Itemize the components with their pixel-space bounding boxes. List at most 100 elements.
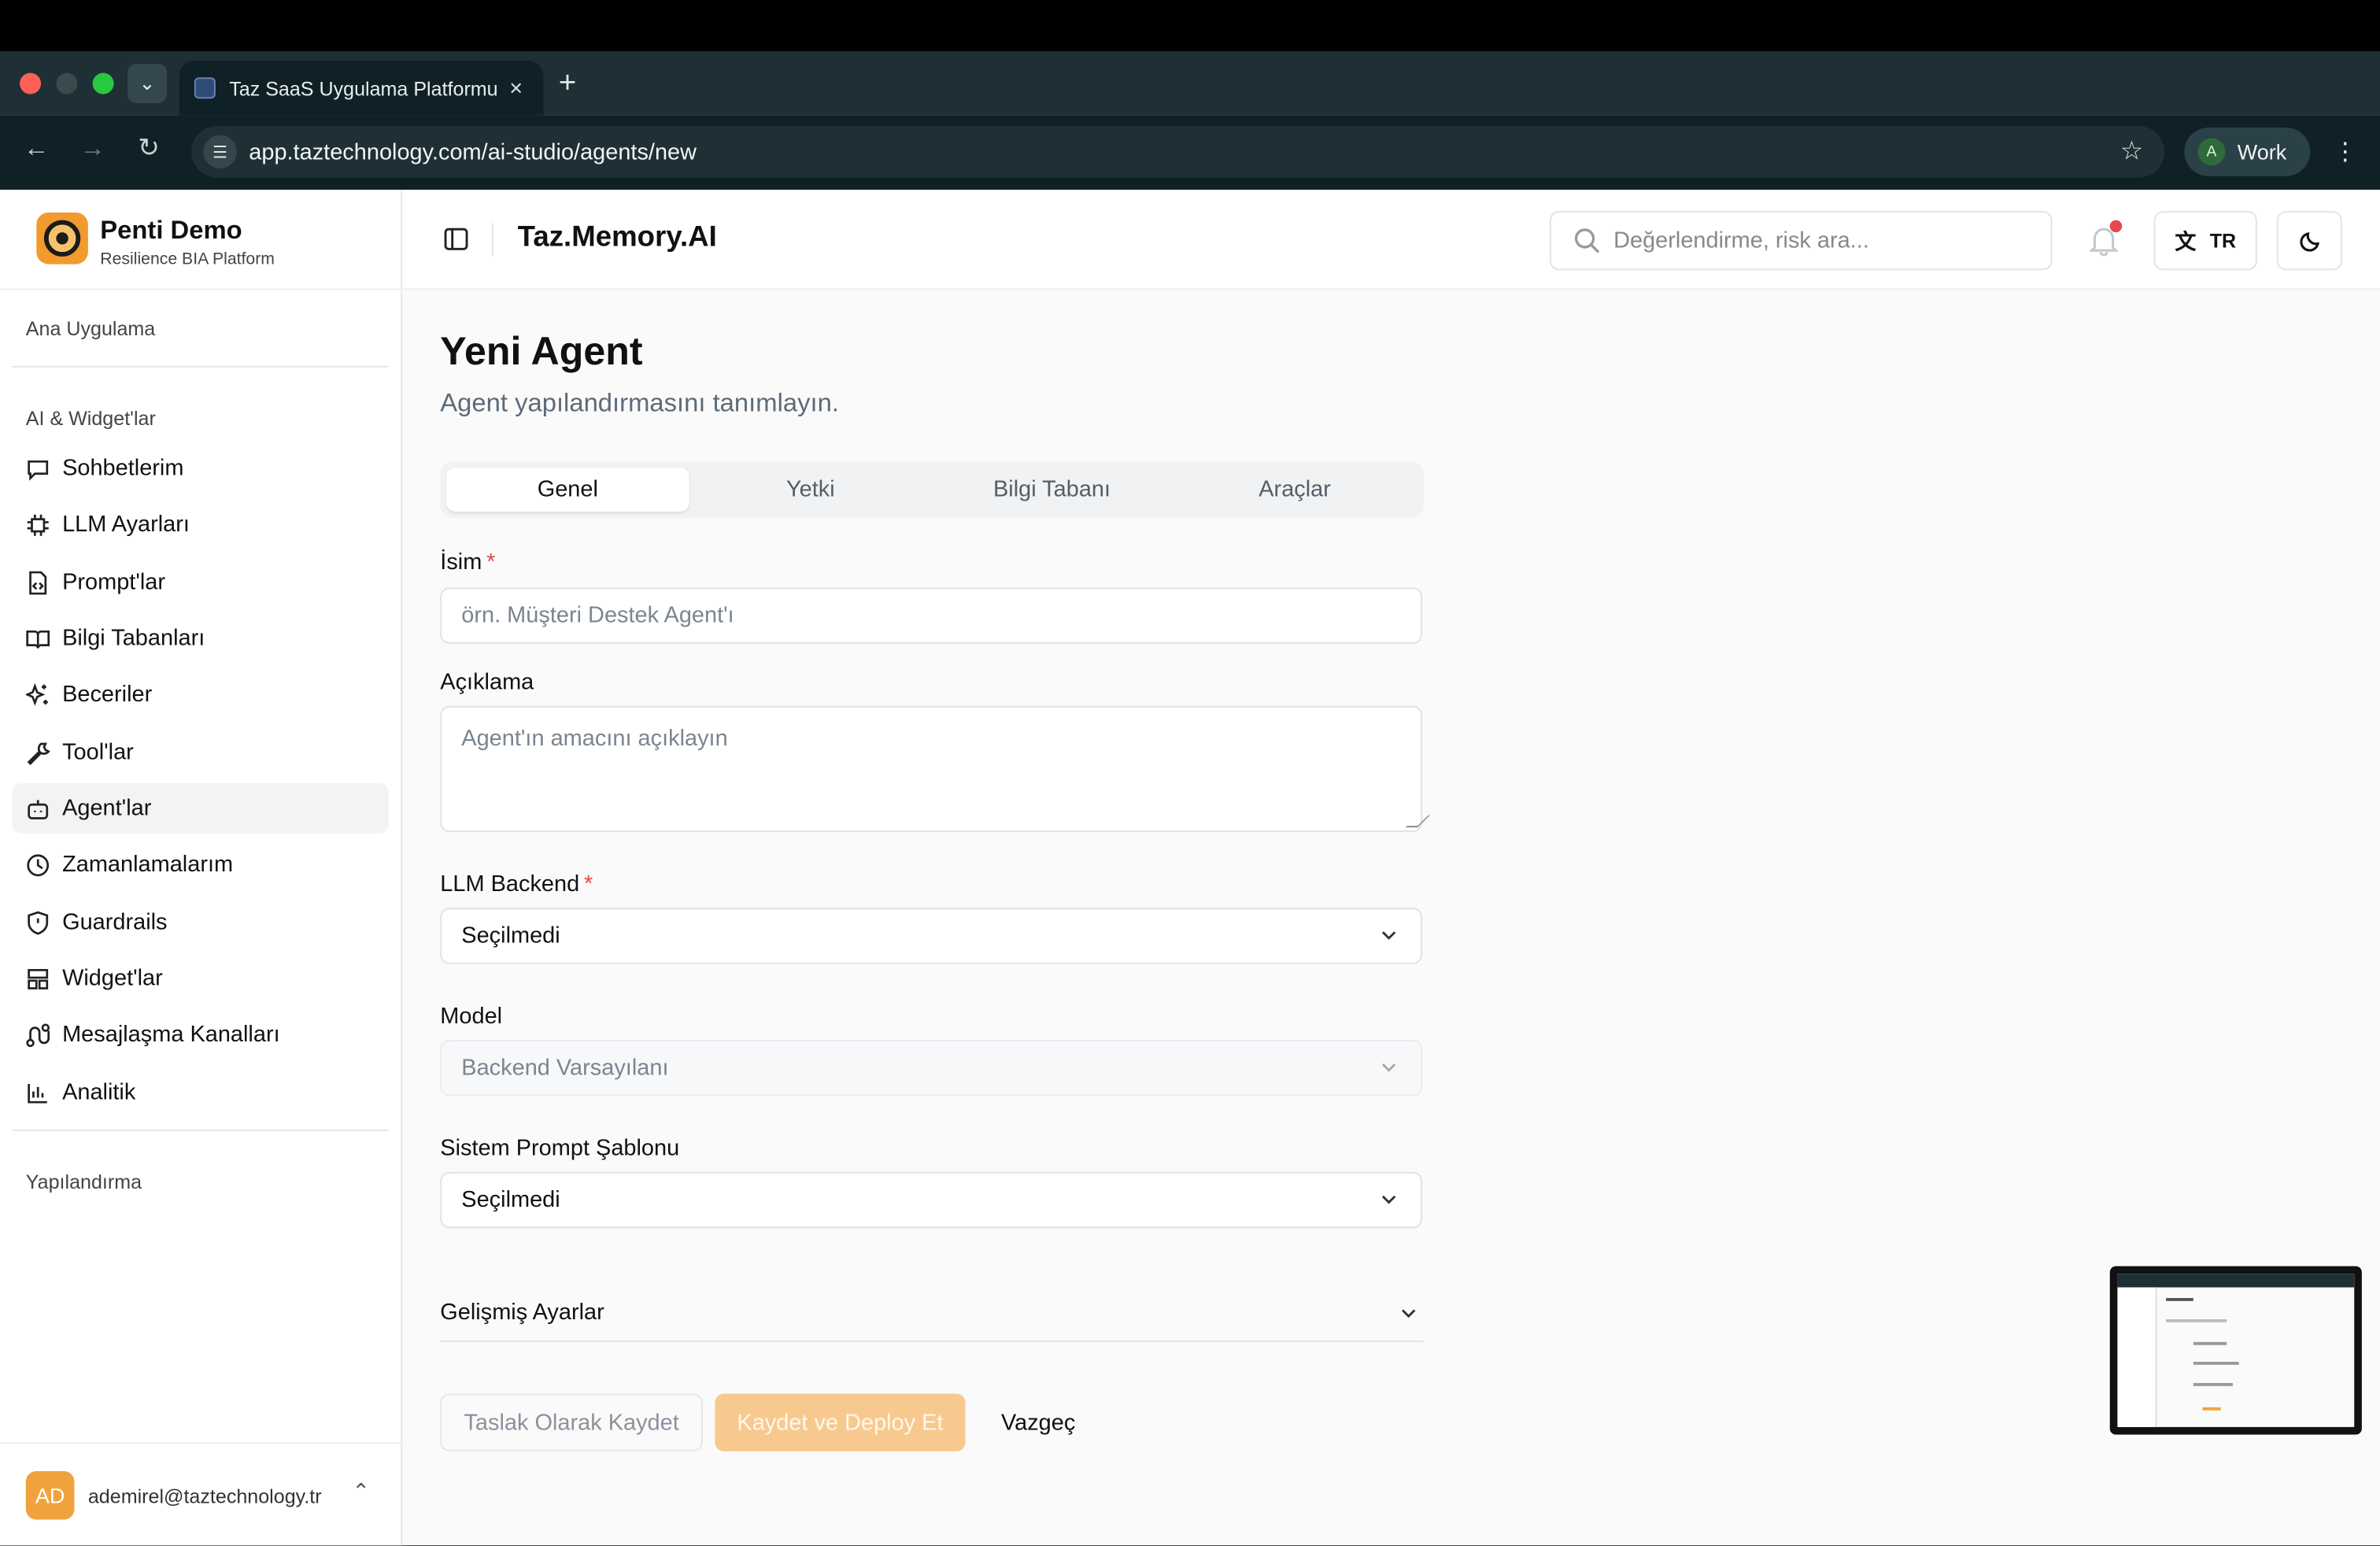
sidebar-group-config[interactable]: Yapılandırma xyxy=(26,1171,142,1193)
book-icon xyxy=(26,627,50,651)
advanced-settings-label: Gelişmiş Ayarlar xyxy=(440,1299,604,1326)
sidebar-item-beceriler[interactable]: Beceriler xyxy=(12,670,388,720)
sidebar-item-label: Beceriler xyxy=(62,681,153,708)
brand-subtitle: Resilience BIA Platform xyxy=(100,250,275,269)
sidebar-footer-divider xyxy=(0,1442,403,1444)
model-value: Backend Varsayılanı xyxy=(461,1055,669,1082)
sidebar-item-widgetlar[interactable]: Widget'lar xyxy=(12,953,388,1004)
app-root: ⌄ Taz SaaS Uygulama Platformu × + ← → ↻ … xyxy=(0,0,2380,1546)
brand-logo xyxy=(36,213,88,264)
site-settings-icon[interactable]: ☰ xyxy=(203,135,237,169)
bar-chart-icon xyxy=(26,1080,50,1104)
tab-araclar[interactable]: Araçlar xyxy=(1173,468,1417,512)
resize-handle-icon[interactable] xyxy=(1405,815,1430,828)
sidebar-item-promptlar[interactable]: Prompt'lar xyxy=(12,557,388,608)
translate-icon: 文 xyxy=(2175,228,2197,253)
sidebar-item-label: Widget'lar xyxy=(62,965,163,992)
tab-search-button[interactable]: ⌄ xyxy=(128,64,168,104)
sidebar-item-agentlar[interactable]: Agent'lar xyxy=(12,783,389,834)
bot-icon xyxy=(26,797,50,821)
description-placeholder: Agent'ın amacını açıklayın xyxy=(461,725,728,752)
description-field[interactable]: Agent'ın amacını açıklayın xyxy=(440,705,1430,832)
screenshot-thumbnail[interactable] xyxy=(2109,1266,2362,1435)
file-code-icon xyxy=(26,570,50,594)
system-prompt-value: Seçilmedi xyxy=(461,1187,560,1213)
sidebar-item-label: Sohbetlerim xyxy=(62,455,184,482)
header-separator xyxy=(491,223,493,257)
search-input[interactable]: Değerlendirme, risk ara... xyxy=(1550,211,2053,271)
close-tab-icon[interactable]: × xyxy=(504,75,528,101)
sidebar-item-label: Analitik xyxy=(62,1079,136,1106)
browser-tab-title: Taz SaaS Uygulama Platformu xyxy=(229,76,498,100)
notification-dot xyxy=(2109,220,2123,233)
chip-icon xyxy=(26,512,50,537)
sidebar-item-zamanlamalarim[interactable]: Zamanlamalarım xyxy=(12,840,388,890)
profile-name: Work xyxy=(2237,139,2287,165)
layout-icon xyxy=(26,967,50,991)
sidebar-toggle-icon[interactable] xyxy=(443,226,469,252)
maximize-window-button[interactable] xyxy=(92,72,114,94)
sidebar-group-main[interactable]: Ana Uygulama xyxy=(26,317,155,340)
sidebar-item-analitik[interactable]: Analitik xyxy=(12,1067,388,1118)
tab-genel[interactable]: Genel xyxy=(446,468,689,512)
brand-name: Penti Demo xyxy=(100,215,242,245)
minimize-window-button[interactable] xyxy=(56,72,78,94)
chevron-down-icon xyxy=(1381,931,1396,940)
description-label: Açıklama xyxy=(440,669,534,696)
bookmark-star-icon[interactable]: ☆ xyxy=(2120,137,2143,168)
save-deploy-button[interactable]: Kaydet ve Deploy Et xyxy=(715,1393,966,1452)
sidebar-item-label: Tool'lar xyxy=(62,739,134,766)
new-tab-button[interactable]: + xyxy=(559,67,577,100)
tab-yetki[interactable]: Yetki xyxy=(689,468,933,512)
page-title: Yeni Agent xyxy=(440,327,643,374)
sidebar-item-label: Prompt'lar xyxy=(62,569,166,596)
back-icon[interactable]: ← xyxy=(18,134,54,165)
sidebar-item-mesajlasma-kanallari[interactable]: Mesajlaşma Kanalları xyxy=(12,1010,388,1060)
required-mark: * xyxy=(583,871,593,897)
page-subtitle: Agent yapılandırmasını tanımlayın. xyxy=(440,388,839,418)
llm-backend-value: Seçilmedi xyxy=(461,923,560,949)
llm-backend-label: LLM Backend * xyxy=(440,871,593,897)
model-select: Backend Varsayılanı xyxy=(440,1040,1423,1097)
name-field[interactable]: örn. Müşteri Destek Agent'ı xyxy=(440,587,1423,644)
sidebar-item-label: Guardrails xyxy=(62,909,168,936)
sidebar-item-llm-ayarlari[interactable]: LLM Ayarları xyxy=(12,500,388,550)
url-text[interactable]: app.taztechnology.com/ai-studio/agents/n… xyxy=(249,139,2119,165)
llm-backend-select[interactable]: Seçilmedi xyxy=(440,908,1423,964)
profile-avatar: A xyxy=(2197,138,2226,166)
address-bar[interactable]: ☰ app.taztechnology.com/ai-studio/agents… xyxy=(191,126,2165,178)
sidebar-item-label: Agent'lar xyxy=(62,795,152,822)
moon-icon xyxy=(2299,231,2319,251)
close-window-button[interactable] xyxy=(20,72,42,94)
sidebar-item-toollar[interactable]: Tool'lar xyxy=(12,727,388,778)
sidebar-item-label: Mesajlaşma Kanalları xyxy=(62,1021,280,1048)
system-prompt-select[interactable]: Seçilmedi xyxy=(440,1171,1423,1229)
search-placeholder: Değerlendirme, risk ara... xyxy=(1613,227,1869,254)
search-icon xyxy=(1574,228,1600,253)
sidebar-group-ai[interactable]: AI & Widget'lar xyxy=(26,407,156,430)
save-draft-button[interactable]: Taslak Olarak Kaydet xyxy=(440,1393,703,1452)
sidebar-item-guardrails[interactable]: Guardrails xyxy=(12,897,388,948)
reload-icon[interactable]: ↻ xyxy=(131,134,167,165)
user-email[interactable]: ademirel@taztechnology.tr xyxy=(88,1485,322,1507)
browser-menu-icon[interactable]: ⋮ xyxy=(2333,137,2357,168)
chevron-up-icon[interactable]: ⌃ xyxy=(352,1478,370,1504)
name-label: İsim * xyxy=(440,549,496,575)
forward-icon[interactable]: → xyxy=(75,134,111,165)
favicon-icon xyxy=(194,77,216,99)
app-title: Taz.Memory.AI xyxy=(517,221,717,254)
chevron-down-icon xyxy=(1381,1195,1396,1204)
shield-icon xyxy=(26,910,50,934)
sidebar-item-sohbetlerim[interactable]: Sohbetlerim xyxy=(12,443,388,494)
avatar[interactable]: AD xyxy=(25,1470,75,1520)
browser-tab-active[interactable]: Taz SaaS Uygulama Platformu × xyxy=(179,61,544,116)
cancel-button[interactable]: Vazgeç xyxy=(989,1393,1088,1451)
tab-bilgi-tabani[interactable]: Bilgi Tabanı xyxy=(930,468,1173,512)
advanced-settings-toggle[interactable]: Gelişmiş Ayarlar xyxy=(440,1285,1425,1342)
sidebar-item-bilgi-tabanlari[interactable]: Bilgi Tabanları xyxy=(12,613,388,664)
profile-button[interactable]: A Work xyxy=(2184,128,2311,176)
sparkles-icon xyxy=(25,682,50,707)
language-button[interactable]: 文 TR xyxy=(2153,211,2257,271)
theme-toggle-button[interactable] xyxy=(2276,211,2342,271)
chat-icon xyxy=(26,457,50,481)
